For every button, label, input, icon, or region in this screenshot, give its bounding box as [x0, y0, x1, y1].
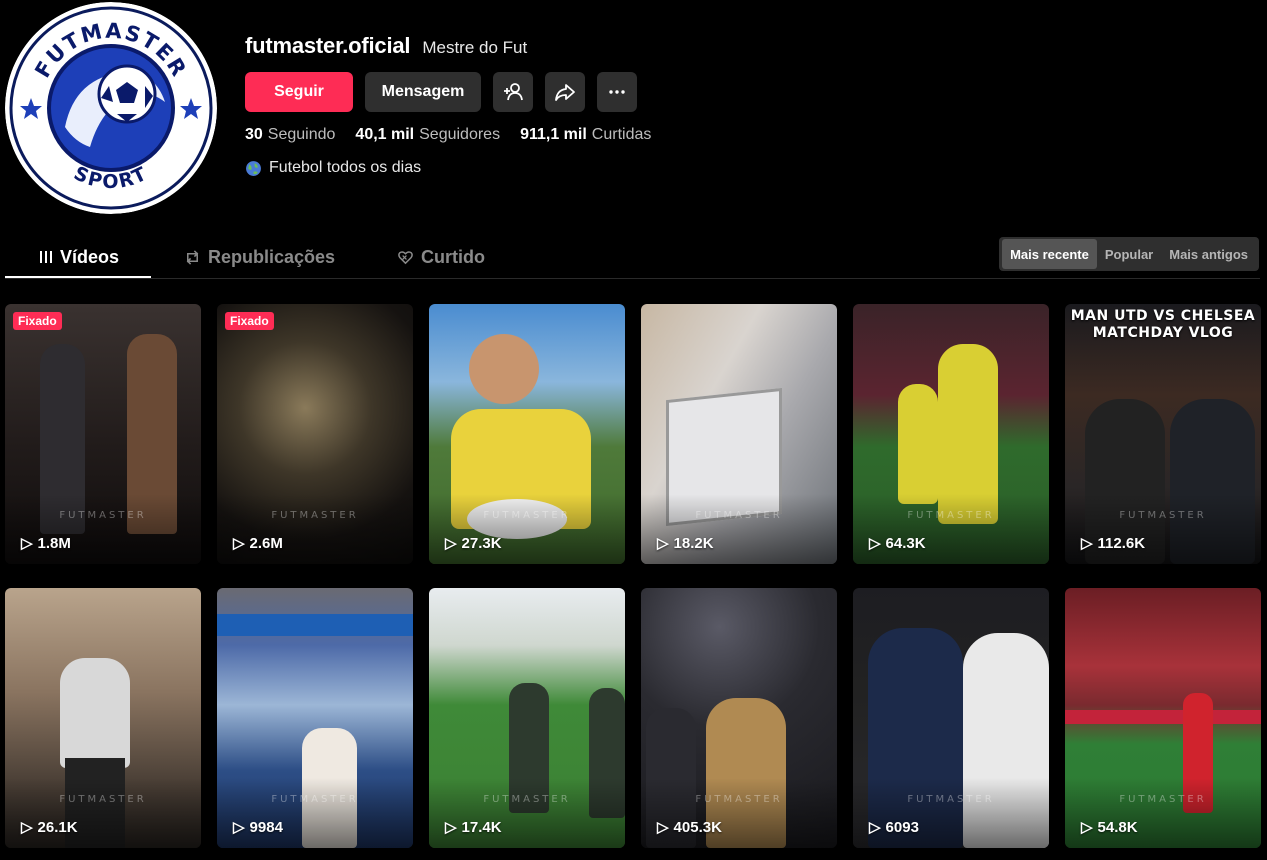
video-grid: Fixado FUTMASTER ▷ 1.8M Fixado FUTMASTER … [5, 304, 1261, 848]
tab-liked[interactable]: Curtido [397, 236, 485, 278]
sort-oldest[interactable]: Mais antigos [1161, 239, 1256, 269]
watermark: FUTMASTER [271, 794, 359, 805]
view-count: ▷ 9984 [233, 818, 283, 837]
bio-text: Futebol todos os dias [269, 159, 422, 176]
tab-reposts[interactable]: Republicações [184, 236, 335, 278]
video-card[interactable]: MAN UTD VS CHELSEA MATCHDAY VLOG FUTMAST… [1065, 304, 1261, 564]
view-count: ▷ 64.3K [869, 534, 926, 553]
play-icon: ▷ [657, 819, 669, 836]
avatar[interactable]: FUTMASTER SPORT [5, 2, 217, 214]
video-overlay-title: MAN UTD VS CHELSEA MATCHDAY VLOG [1070, 308, 1256, 341]
video-card[interactable]: FUTMASTER ▷ 405.3K [641, 588, 837, 848]
active-tab-indicator [5, 276, 151, 278]
video-card[interactable]: FUTMASTER ▷ 64.3K [853, 304, 1049, 564]
profile-stats: 30 Seguindo 40,1 mil Seguidores 911,1 mil C… [245, 126, 651, 144]
video-card[interactable]: FUTMASTER ▷ 27.3K [429, 304, 625, 564]
nickname: Mestre do Fut [422, 38, 528, 57]
repost-icon [186, 249, 199, 265]
video-card[interactable]: FUTMASTER ▷ 18.2K [641, 304, 837, 564]
bio: Futebol todos os dias [245, 159, 651, 177]
play-icon: ▷ [1081, 819, 1093, 836]
message-button[interactable]: Mensagem [365, 72, 481, 112]
video-card[interactable]: FUTMASTER ▷ 9984 [217, 588, 413, 848]
view-count: ▷ 18.2K [657, 534, 714, 553]
video-card[interactable]: Fixado FUTMASTER ▷ 2.6M [217, 304, 413, 564]
pinned-badge: Fixado [225, 312, 274, 330]
heart-icon [398, 250, 413, 264]
watermark: FUTMASTER [695, 510, 783, 521]
view-count: ▷ 405.3K [657, 818, 722, 837]
watermark: FUTMASTER [907, 794, 995, 805]
watermark: FUTMASTER [1119, 794, 1207, 805]
globe-icon [246, 160, 261, 176]
video-card[interactable]: FUTMASTER ▷ 17.4K [429, 588, 625, 848]
futmaster-logo: FUTMASTER SPORT [5, 2, 217, 214]
username: futmaster.oficial [245, 33, 411, 58]
video-card[interactable]: FUTMASTER ▷ 54.8K [1065, 588, 1261, 848]
view-count: ▷ 27.3K [445, 534, 502, 553]
more-options-button[interactable] [597, 72, 637, 112]
view-count: ▷ 6093 [869, 818, 919, 837]
more-icon [609, 90, 625, 94]
tab-videos[interactable]: Vídeos [39, 236, 119, 278]
share-button[interactable] [545, 72, 585, 112]
play-icon: ▷ [233, 819, 245, 836]
sort-popular[interactable]: Popular [1097, 239, 1161, 269]
sort-switch: Mais recente Popular Mais antigos [999, 237, 1259, 271]
stat-followers[interactable]: 40,1 mil Seguidores [355, 126, 500, 144]
view-count: ▷ 26.1K [21, 818, 78, 837]
stat-likes: 911,1 mil Curtidas [520, 126, 652, 143]
pinned-badge: Fixado [13, 312, 62, 330]
view-count: ▷ 2.6M [233, 534, 283, 553]
watermark: FUTMASTER [907, 510, 995, 521]
sort-latest[interactable]: Mais recente [1002, 239, 1097, 269]
play-icon: ▷ [21, 535, 33, 552]
play-icon: ▷ [233, 535, 245, 552]
play-icon: ▷ [657, 535, 669, 552]
watermark: FUTMASTER [271, 510, 359, 521]
add-friend-button[interactable] [493, 72, 533, 112]
play-icon: ▷ [21, 819, 33, 836]
follow-button[interactable]: Seguir [245, 72, 353, 112]
grid-icon [40, 251, 52, 263]
play-icon: ▷ [869, 819, 881, 836]
view-count: ▷ 54.8K [1081, 818, 1138, 837]
add-user-icon [504, 83, 523, 101]
view-count: ▷ 17.4K [445, 818, 502, 837]
watermark: FUTMASTER [59, 510, 147, 521]
video-card[interactable]: FUTMASTER ▷ 26.1K [5, 588, 201, 848]
play-icon: ▷ [445, 535, 457, 552]
stat-following[interactable]: 30 Seguindo [245, 126, 335, 144]
view-count: ▷ 112.6K [1081, 534, 1146, 553]
play-icon: ▷ [1081, 535, 1093, 552]
view-count: ▷ 1.8M [21, 534, 71, 553]
video-card[interactable]: FUTMASTER ▷ 6093 [853, 588, 1049, 848]
share-icon [555, 84, 575, 101]
watermark: FUTMASTER [483, 510, 571, 521]
watermark: FUTMASTER [483, 794, 571, 805]
watermark: FUTMASTER [1119, 510, 1207, 521]
profile-info: futmaster.oficial Mestre do Fut Seguir M… [245, 33, 651, 177]
video-card[interactable]: Fixado FUTMASTER ▷ 1.8M [5, 304, 201, 564]
watermark: FUTMASTER [59, 794, 147, 805]
play-icon: ▷ [869, 535, 881, 552]
watermark: FUTMASTER [695, 794, 783, 805]
play-icon: ▷ [445, 819, 457, 836]
